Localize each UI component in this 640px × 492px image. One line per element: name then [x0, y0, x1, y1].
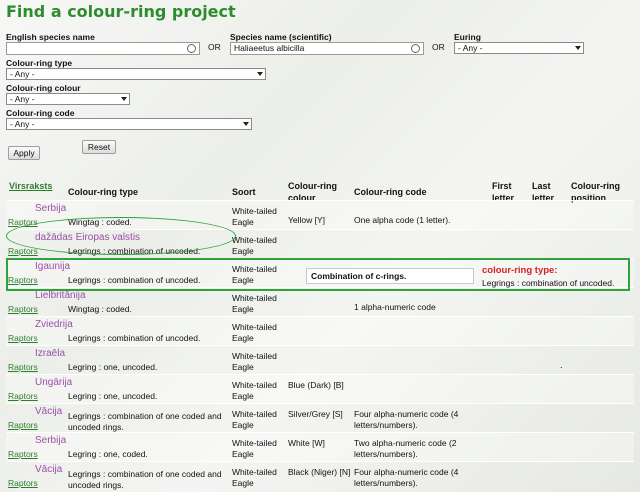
chevron-down-icon: [121, 97, 127, 101]
scientific-species-value: Haliaeetus albicilla: [234, 43, 305, 53]
scientific-species-label: Species name (scientific): [230, 32, 332, 42]
ring-code-label: Colour-ring code: [6, 108, 75, 118]
code-cell: 1 alpha-numeric code: [354, 302, 436, 312]
or-label: OR: [432, 42, 445, 52]
species-cell: White-tailed Eagle: [232, 409, 277, 430]
colour-cell: Yellow [Y]: [288, 215, 326, 225]
country-label: Serbija: [35, 435, 67, 446]
ring-code-select[interactable]: - Any -: [6, 118, 252, 130]
table-row: Lielbritānija Raptors Wingtag : coded. W…: [6, 287, 634, 317]
ring-type-cell: Legrings : combination of uncoded.: [68, 333, 201, 343]
table-row: Vācija Raptors Legrings : combination of…: [6, 403, 634, 433]
header-ring-type: Colour-ring type: [68, 187, 138, 197]
species-cell: White-tailed Eagle: [232, 322, 277, 343]
species-cell: White-tailed Eagle: [232, 438, 277, 459]
raptors-link[interactable]: Raptors: [8, 333, 38, 343]
raptors-link[interactable]: Raptors: [8, 362, 38, 372]
raptors-link[interactable]: Raptors: [8, 449, 38, 459]
chevron-down-icon: [575, 46, 581, 50]
ring-type-label: Colour-ring type: [6, 58, 73, 68]
country-label: Zviedrija: [35, 319, 73, 330]
code-cell: Four alpha-numeric code (4 letters/numbe…: [354, 467, 459, 488]
colour-cell: Blue (Dark) [B]: [288, 380, 344, 390]
country-label: Izraēla: [35, 348, 66, 359]
ring-colour-label: Colour-ring colour: [6, 83, 81, 93]
table-row: Ungārija Raptors Legring : one, uncoded.…: [6, 374, 634, 404]
euring-value: - Any -: [458, 43, 483, 53]
species-cell: White-tailed Eagle: [232, 380, 277, 401]
species-cell: White-tailed Eagle: [232, 467, 277, 488]
english-species-input[interactable]: [6, 42, 200, 55]
ring-type-cell: Legring : one, uncoded.: [68, 391, 158, 401]
or-label: OR: [208, 42, 221, 52]
table-row: Vācija Raptors Legrings : combination of…: [6, 461, 634, 491]
code-cell: One alpha code (1 letter).: [354, 215, 451, 225]
chevron-down-icon: [243, 122, 249, 126]
highlight-oval: [6, 217, 236, 255]
code-cell: Four alpha-numeric code (4 letters/numbe…: [354, 409, 459, 430]
euring-label: Euring: [454, 32, 481, 42]
raptors-link[interactable]: Raptors: [8, 478, 38, 488]
country-label: Ungārija: [35, 377, 73, 388]
clear-icon[interactable]: [187, 44, 196, 53]
ring-code-value: - Any -: [10, 119, 35, 129]
colour-cell: Black (Niger) [N]: [288, 467, 351, 477]
ring-type-cell: Legring : one, coded.: [68, 449, 148, 459]
tooltip-title: colour-ring type:: [482, 265, 558, 276]
scientific-species-input[interactable]: Haliaeetus albicilla: [230, 42, 424, 55]
header-ring-code: Colour-ring code: [354, 187, 427, 197]
ring-type-value: - Any -: [10, 69, 35, 79]
english-species-label: English species name: [6, 32, 95, 42]
tooltip-box: Combination of c-rings.: [306, 268, 474, 284]
country-label: Lielbritānija: [35, 290, 86, 301]
ring-colour-value: - Any -: [10, 94, 35, 104]
ring-type-select[interactable]: - Any -: [6, 68, 266, 80]
ring-type-cell: Legrings : combination of one coded and …: [68, 411, 222, 432]
header-soort: Soort: [232, 187, 256, 197]
colour-cell: Silver/Grey [S]: [288, 409, 343, 419]
country-label: Vācija: [35, 406, 63, 417]
table-row: Serbija Raptors Legring : one, coded. Wh…: [6, 432, 634, 462]
reset-button[interactable]: Reset: [82, 140, 116, 154]
species-cell: White-tailed Eagle: [232, 293, 277, 314]
raptors-link[interactable]: Raptors: [8, 420, 38, 430]
table-row: Izraēla Raptors Legring : one, uncoded. …: [6, 345, 634, 375]
sort-virsraksts-link[interactable]: Virsraksts: [9, 180, 52, 192]
species-cell: White-tailed Eagle: [232, 206, 277, 227]
raptors-link[interactable]: Raptors: [8, 391, 38, 401]
dot-marker: .: [560, 360, 563, 370]
ring-colour-select[interactable]: - Any -: [6, 93, 130, 105]
tooltip-value: Legrings : combination of uncoded.: [482, 278, 615, 288]
species-cell: White-tailed Eagle: [232, 235, 277, 256]
euring-select[interactable]: - Any -: [454, 42, 584, 54]
page-title: Find a colour-ring project: [6, 2, 236, 21]
clear-icon[interactable]: [411, 44, 420, 53]
apply-button[interactable]: Apply: [8, 146, 40, 160]
species-cell: White-tailed Eagle: [232, 351, 277, 372]
colour-cell: White [W]: [288, 438, 325, 448]
chevron-down-icon: [257, 72, 263, 76]
raptors-link[interactable]: Raptors: [8, 304, 38, 314]
ring-type-cell: Legring : one, uncoded.: [68, 362, 158, 372]
code-cell: Two alpha-numeric code (2 letters/number…: [354, 438, 457, 459]
ring-type-cell: Wingtag : coded.: [68, 304, 132, 314]
country-label: Vācija: [35, 464, 63, 475]
ring-type-cell: Legrings : combination of one coded and …: [68, 469, 222, 490]
table-row: Zviedrija Raptors Legrings : combination…: [6, 316, 634, 346]
country-label: Serbija: [35, 203, 67, 214]
